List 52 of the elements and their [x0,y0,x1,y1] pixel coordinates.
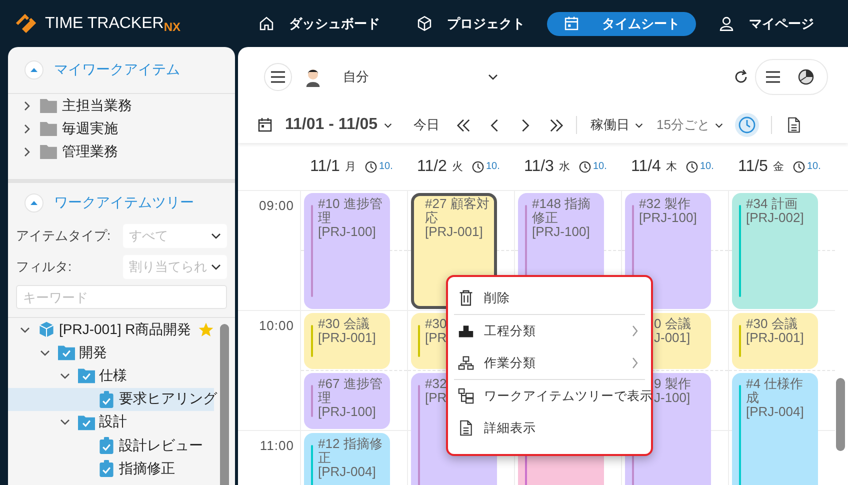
day-date: 11/3 [524,158,554,176]
event-title: #148 指摘修正 [532,197,592,225]
time-label: 11:00 [260,438,294,453]
event-code: [PRJ-002] [746,211,804,225]
event-title: #32 製作 [639,197,690,211]
event-code: [PRJ-100] [532,225,590,239]
section-title: マイワークアイテム [54,61,180,79]
event-code: [PR [425,331,447,345]
event-title: #27 顧客対応 [425,197,490,225]
day-total: 10. [378,161,393,172]
day-total: 10. [592,161,607,172]
event-code: [PRJ-100] [639,211,697,225]
event-code: J-001] [654,331,690,345]
event-title: #12 指摘修正 [318,437,383,465]
field-label: アイテムタイプ: [16,226,111,244]
weekday: 火 [452,160,463,174]
event-title: #4 仕様作成 [746,377,804,405]
day-date: 11/4 [631,158,661,176]
time-label: 09:00 [258,198,294,213]
event-code: [PR [425,391,447,405]
field-label: フィルタ: [16,258,72,276]
weekday: 水 [558,160,570,174]
event-title: 0 会議 [654,317,691,331]
day-total: 10. [806,161,821,172]
event-code: [PRJ-001] [425,225,483,239]
weekday: 月 [344,160,356,174]
weekday: 木 [666,160,677,174]
event-code: [PRJ-004] [318,465,376,479]
weekday: 金 [772,160,784,174]
time-label: 10:00 [258,318,294,333]
day-date: 11/1 [310,158,340,176]
event-title: #67 進捗管理 [318,377,383,405]
event-title: #30 会議 [318,317,370,331]
event-title: #34 計画 [746,197,798,211]
event-code: [PRJ-100] [318,405,376,419]
logo-suffix: NX [164,20,180,34]
event-title: #32 [425,377,447,391]
day-total: 10. [700,161,714,172]
section-title: ワークアイテムツリー [54,194,194,212]
event-title: #30 [425,317,447,331]
event-code: [PRJ-004] [746,405,804,419]
event-title: #10 進捗管理 [318,197,383,225]
event-code: [PRJ-001] [318,331,376,345]
day-date: 11/2 [417,158,447,176]
event-code: [PRJ-100] [318,225,376,239]
day-date: 11/5 [738,158,768,176]
day-total: 10. [486,161,500,172]
event-code: J-100] [654,391,690,405]
event-title: #30 会議 [746,317,798,331]
event-title: 9 製作 [654,377,691,391]
logo-wordmark: TIME TRACKER [45,14,164,32]
event-code: [PRJ-001] [746,331,804,345]
